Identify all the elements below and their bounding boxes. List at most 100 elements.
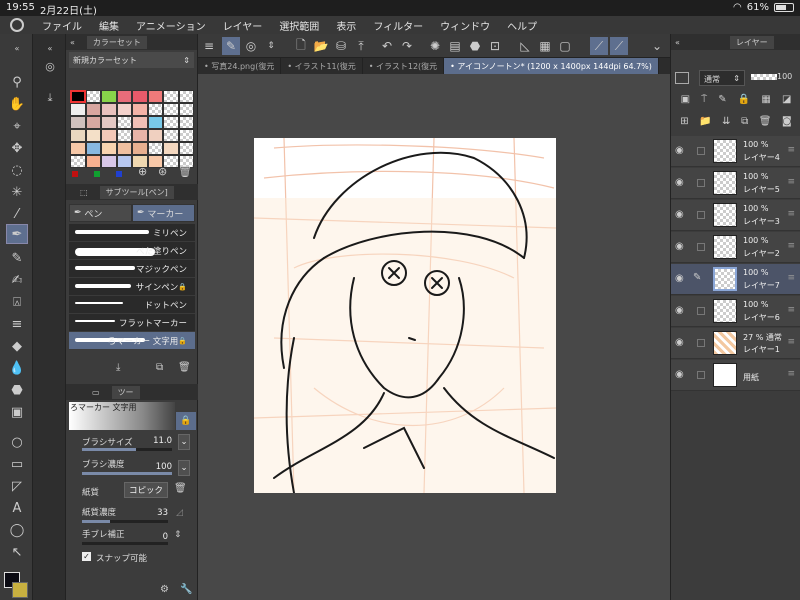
- menu-view[interactable]: 表示: [336, 18, 356, 33]
- paper-density-value[interactable]: 33: [148, 508, 168, 518]
- brush-tool-icon[interactable]: ✍: [6, 270, 28, 290]
- color-swatch[interactable]: [163, 142, 179, 155]
- transform-icon[interactable]: ⊡: [486, 37, 504, 55]
- duplicate-subtool-icon[interactable]: ⤓: [116, 362, 120, 373]
- selection-border-icon[interactable]: ▢: [556, 37, 574, 55]
- brush-density-dropdown[interactable]: ⌄: [178, 460, 190, 476]
- eye-icon[interactable]: ◉: [675, 369, 684, 380]
- color-swatch[interactable]: [132, 116, 148, 129]
- clip-icon[interactable]: ▣: [681, 94, 690, 108]
- zoom-tool-icon[interactable]: ⚲: [6, 72, 28, 92]
- color-swatch[interactable]: [85, 129, 101, 142]
- color-swatch[interactable]: [101, 116, 117, 129]
- drag-handle-icon[interactable]: ≡: [787, 305, 795, 315]
- blend-mode-select[interactable]: 通常 ⇕: [699, 70, 745, 86]
- fill-tool-icon[interactable]: ⬣: [6, 380, 28, 400]
- color-swatch[interactable]: [163, 90, 179, 103]
- pressure-icon[interactable]: ◿: [176, 508, 183, 518]
- canvas-area[interactable]: [198, 74, 670, 600]
- add-subtool-icon[interactable]: ⧉: [156, 362, 163, 373]
- stepper-icon[interactable]: ⇕: [174, 530, 182, 540]
- opacity-slider[interactable]: [751, 74, 777, 80]
- spiral-icon[interactable]: ◎: [242, 37, 260, 55]
- edit-mode-icon[interactable]: ✎: [222, 37, 240, 55]
- menu-file[interactable]: ファイル: [42, 18, 82, 33]
- object-tool-icon[interactable]: ⌖: [6, 116, 28, 136]
- tab-pen[interactable]: ✒ ペン: [69, 204, 132, 222]
- tool-property-tab[interactable]: ツー: [111, 385, 140, 399]
- brush-item[interactable]: ろマーカー 文字用 🔒: [69, 332, 195, 350]
- menu-selection[interactable]: 選択範囲: [279, 18, 319, 33]
- color-swatch[interactable]: [85, 142, 101, 155]
- doc-tab[interactable]: • イラスト11(復元: [281, 58, 363, 74]
- layer-row[interactable]: ◉ 100 % レイヤー4 ≡: [671, 136, 800, 167]
- lock-transparency-icon[interactable]: ▦: [761, 94, 770, 108]
- tab-marker[interactable]: ✒ マーカー: [132, 204, 195, 222]
- layer-property-icon[interactable]: [675, 72, 689, 84]
- delete-color-icon[interactable]: 🗑: [178, 165, 192, 178]
- collapse-arrows-icon[interactable]: «: [39, 38, 61, 58]
- drawing-canvas[interactable]: [254, 138, 556, 493]
- collapse-arrows-icon[interactable]: «: [675, 38, 680, 47]
- layer-row[interactable]: ◉ 100 % レイヤー2 ≡: [671, 232, 800, 263]
- color-swatch[interactable]: [101, 103, 117, 116]
- collapse-arrows-icon[interactable]: «: [6, 38, 28, 58]
- airbrush-tool-icon[interactable]: ⍓: [6, 292, 28, 312]
- color-swatch[interactable]: [178, 142, 194, 155]
- color-swatch[interactable]: [163, 129, 179, 142]
- color-swatch[interactable]: [178, 129, 194, 142]
- color-swatch[interactable]: [116, 103, 132, 116]
- drag-handle-icon[interactable]: ≡: [787, 145, 795, 155]
- layer-tab[interactable]: レイヤー: [729, 35, 774, 49]
- color-swatch[interactable]: [163, 103, 179, 116]
- app-logo-icon[interactable]: [10, 18, 24, 32]
- open-folder-icon[interactable]: 📂: [312, 37, 330, 55]
- move-tool-icon[interactable]: ✥: [6, 138, 28, 158]
- color-swatch[interactable]: [116, 142, 132, 155]
- new-raster-layer-icon[interactable]: ⊞: [680, 116, 688, 130]
- layer-checkbox[interactable]: [697, 179, 705, 187]
- sub-color-swatch[interactable]: [12, 582, 28, 598]
- bottom-color-red[interactable]: [72, 171, 78, 177]
- layer-checkbox[interactable]: [697, 371, 705, 379]
- color-swatch[interactable]: [85, 155, 101, 168]
- eye-icon[interactable]: ◉: [675, 241, 684, 252]
- navigator-icon[interactable]: ◎: [39, 56, 61, 76]
- brush-size-value[interactable]: 11.0: [148, 436, 172, 446]
- eye-icon[interactable]: ◉: [675, 337, 684, 348]
- copy-layer-icon[interactable]: ⧉: [741, 116, 748, 130]
- balloon-tool-icon[interactable]: ◯: [6, 520, 28, 540]
- figure-tool-icon[interactable]: ○: [6, 432, 28, 452]
- bottom-color-green[interactable]: [94, 171, 100, 177]
- blend-tool-icon[interactable]: 💧: [6, 358, 28, 378]
- layer-checkbox[interactable]: [697, 211, 705, 219]
- subtool-tab[interactable]: サブツール[ペン]: [99, 185, 174, 199]
- mask-icon[interactable]: ◪: [782, 94, 791, 108]
- colorset-selector[interactable]: 新規カラーセット ⇕: [69, 52, 194, 68]
- eyedropper-icon[interactable]: ⁄: [6, 204, 28, 224]
- reference-icon[interactable]: ⍑: [701, 94, 707, 108]
- save-icon[interactable]: ⛁: [332, 37, 350, 55]
- color-swatch[interactable]: [85, 90, 101, 103]
- eye-icon[interactable]: ◉: [675, 305, 684, 316]
- layer-row[interactable]: ◉ ✎ 100 % レイヤー7 ≡: [671, 264, 800, 295]
- layer-row[interactable]: ◉ 100 % レイヤー6 ≡: [671, 296, 800, 327]
- color-swatch[interactable]: [163, 116, 179, 129]
- brush-item[interactable]: マジックペン: [69, 260, 195, 278]
- eye-icon[interactable]: ◉: [675, 145, 684, 156]
- stabilization-slider[interactable]: [82, 542, 168, 545]
- chevron-updown-icon[interactable]: ⇕: [262, 37, 280, 55]
- color-swatch[interactable]: [85, 103, 101, 116]
- fill-icon[interactable]: ⬣: [466, 37, 484, 55]
- drag-handle-icon[interactable]: ≡: [787, 241, 795, 251]
- layer-row[interactable]: ◉ 100 % レイヤー5 ≡: [671, 168, 800, 199]
- brush-size-dropdown[interactable]: ⌄: [178, 434, 190, 450]
- brush-item[interactable]: サインペン 🔒: [69, 278, 195, 296]
- color-swatch[interactable]: [147, 142, 163, 155]
- hand-tool-icon[interactable]: ✋: [6, 94, 28, 114]
- layer-checkbox[interactable]: [697, 307, 705, 315]
- drag-handle-icon[interactable]: ≡: [787, 337, 795, 347]
- menu-filter[interactable]: フィルター: [373, 18, 423, 33]
- invert-selection-icon[interactable]: ▦: [536, 37, 554, 55]
- doc-tab[interactable]: • イラスト12(復元: [363, 58, 445, 74]
